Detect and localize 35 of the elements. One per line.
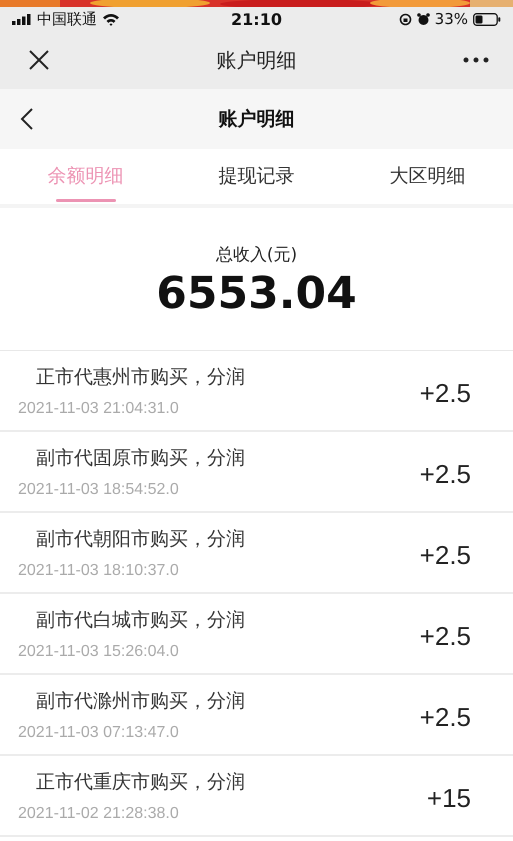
more-icon[interactable] <box>463 57 489 63</box>
record-title: 副市代固原市购买，分润 <box>35 446 246 470</box>
alarm-icon <box>416 12 430 26</box>
record-amount: +2.5 <box>420 540 471 571</box>
record-title: 副市代滁州市购买，分润 <box>35 688 246 714</box>
record-amount: +2.5 <box>420 378 471 409</box>
tab[interactable]: 提现记录 <box>214 149 298 204</box>
record-amount: +2.5 <box>420 702 471 733</box>
tab[interactable]: 大区明细 <box>386 149 470 204</box>
record-time: 2021-11-02 21:28:38.0 <box>18 804 180 822</box>
record-time: 2021-11-03 15:26:04.0 <box>18 642 180 660</box>
total-income-amount: 6553.04 <box>156 268 357 319</box>
record-amount: +2.5 <box>420 621 471 652</box>
record-title: 正市代重庆市购买，分润 <box>35 770 246 794</box>
wifi-icon <box>102 12 120 26</box>
record-title: 正市代惠州市购买，分润 <box>35 364 246 390</box>
clock-time: 21:10 <box>231 10 282 28</box>
close-icon[interactable] <box>28 49 50 71</box>
record-amount: +15 <box>426 783 471 814</box>
battery-percentage: 33% <box>434 10 468 28</box>
total-income-label: 总收入(元) <box>216 244 298 266</box>
back-icon[interactable] <box>20 107 34 131</box>
signal-icon <box>12 14 32 24</box>
page-title: 账户明细 <box>216 46 296 74</box>
carrier-name: 中国联通 <box>37 10 97 28</box>
record-title: 副市代朝阳市购买，分润 <box>35 526 246 552</box>
record-time: 2021-11-03 07:13:47.0 <box>18 724 180 742</box>
section-title: 账户明细 <box>218 107 296 132</box>
rotation-lock-icon <box>398 12 412 26</box>
battery-icon <box>473 12 501 26</box>
record-title: 副市代白城市购买，分润 <box>35 608 246 632</box>
record-time: 2021-11-03 18:54:52.0 <box>18 480 180 498</box>
record-amount: +2.5 <box>420 459 471 490</box>
record-time: 2021-11-03 18:10:37.0 <box>18 562 180 580</box>
record-time: 2021-11-03 21:04:31.0 <box>18 400 180 418</box>
